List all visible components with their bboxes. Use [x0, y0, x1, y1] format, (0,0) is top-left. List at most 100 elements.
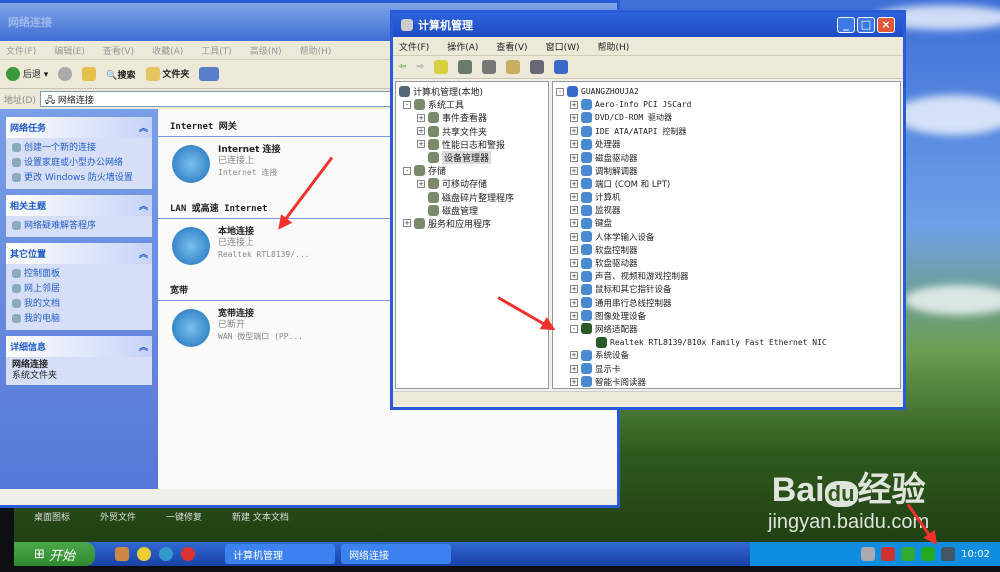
- task-link[interactable]: 我的文档: [12, 297, 146, 312]
- tree-item[interactable]: + 共享文件夹: [399, 125, 545, 138]
- tray-icon[interactable]: [921, 547, 936, 561]
- menu-item[interactable]: 收藏(A): [152, 44, 183, 57]
- device-category[interactable]: + 监视器: [556, 204, 897, 217]
- forward-arrow-icon[interactable]: [58, 67, 73, 81]
- collapse-chevron-icon[interactable]: ︽: [139, 121, 148, 134]
- expand-toggle-icon[interactable]: -: [403, 166, 411, 175]
- device-category[interactable]: + 通用串行总线控制器: [556, 296, 897, 309]
- menu-item[interactable]: 窗口(W): [546, 40, 580, 53]
- security-shield-icon[interactable]: [901, 547, 916, 561]
- menu-item[interactable]: 操作(A): [447, 40, 478, 53]
- desktop-icon-label[interactable]: 外贸文件: [100, 510, 136, 523]
- expand-toggle-icon[interactable]: +: [570, 285, 578, 294]
- tree-item[interactable]: + 可移动存储: [399, 177, 545, 190]
- menu-item[interactable]: 文件(F): [399, 40, 429, 53]
- expand-toggle-icon[interactable]: +: [570, 153, 578, 162]
- expand-toggle-icon[interactable]: +: [417, 140, 425, 149]
- start-button[interactable]: ⊞ 开始: [14, 542, 96, 566]
- expand-toggle-icon[interactable]: +: [570, 113, 578, 122]
- device-category[interactable]: + 调制解调器: [556, 164, 897, 177]
- device-category[interactable]: + 图像处理设备: [556, 309, 897, 322]
- tree-item[interactable]: + 性能日志和警报: [399, 138, 545, 151]
- expand-toggle-icon[interactable]: +: [570, 219, 578, 228]
- panel-header[interactable]: 其它位置 ︽: [6, 243, 152, 264]
- up-level-icon[interactable]: [434, 60, 449, 74]
- task-link[interactable]: 控制面板: [12, 267, 146, 282]
- device-category[interactable]: + IDE ATA/ATAPI 控制器: [556, 125, 897, 138]
- close-button[interactable]: ×: [877, 17, 895, 33]
- folders-button[interactable]: 文件夹: [145, 67, 189, 82]
- device-category[interactable]: + 智能卡阅读器: [556, 375, 897, 388]
- device-category[interactable]: + 软盘控制器: [556, 243, 897, 256]
- expand-toggle-icon[interactable]: +: [570, 179, 578, 188]
- quick-launch-icon[interactable]: [115, 547, 130, 561]
- computer-node[interactable]: - GUANGZHOUJA2: [556, 85, 897, 98]
- menu-item[interactable]: 高级(N): [250, 44, 282, 57]
- expand-toggle-icon[interactable]: +: [570, 351, 578, 360]
- menu-item[interactable]: 文件(F): [6, 44, 36, 57]
- expand-toggle-icon[interactable]: +: [570, 127, 578, 136]
- print-icon[interactable]: [482, 60, 497, 74]
- expand-toggle-icon[interactable]: +: [570, 206, 578, 215]
- device-category[interactable]: + DVD/CD-ROM 驱动器: [556, 111, 897, 124]
- expand-toggle-icon[interactable]: +: [570, 245, 578, 254]
- properties-icon[interactable]: [530, 60, 545, 74]
- device-category[interactable]: + 鼠标和其它指针设备: [556, 283, 897, 296]
- menu-item[interactable]: 帮助(H): [598, 40, 630, 53]
- ie-icon[interactable]: [159, 547, 174, 561]
- device-category[interactable]: + 键盘: [556, 217, 897, 230]
- expand-toggle-icon[interactable]: -: [403, 100, 411, 109]
- task-link[interactable]: 设置家庭或小型办公网络: [12, 156, 146, 171]
- tree-item[interactable]: - 存储: [399, 164, 545, 177]
- expand-toggle-icon[interactable]: +: [570, 140, 578, 149]
- search-button[interactable]: 🔍搜索: [106, 68, 135, 81]
- device-item[interactable]: Realtek RTL8139/810x Family Fast Etherne…: [556, 336, 897, 349]
- quick-launch-icon[interactable]: [137, 547, 152, 561]
- expand-toggle-icon[interactable]: -: [570, 324, 578, 333]
- expand-toggle-icon[interactable]: +: [570, 298, 578, 307]
- qq-icon[interactable]: [181, 547, 196, 561]
- menu-item[interactable]: 查看(V): [103, 44, 134, 57]
- help-icon[interactable]: [506, 60, 521, 74]
- device-category[interactable]: + 计算机: [556, 191, 897, 204]
- expand-toggle-icon[interactable]: +: [570, 166, 578, 175]
- tree-item[interactable]: 磁盘管理: [399, 204, 545, 217]
- device-category[interactable]: + Aero-Info PCI JSCard: [556, 98, 897, 111]
- forward-arrow-icon[interactable]: ⇨: [417, 62, 425, 72]
- tray-icon[interactable]: [881, 547, 896, 561]
- device-category[interactable]: + 软盘驱动器: [556, 256, 897, 269]
- expand-toggle-icon[interactable]: +: [570, 193, 578, 202]
- menu-item[interactable]: 工具(T): [201, 44, 232, 57]
- task-link[interactable]: 网络疑难解答程序: [12, 219, 146, 234]
- views-icon[interactable]: [199, 67, 220, 81]
- expand-toggle-icon[interactable]: +: [417, 127, 425, 136]
- panel-header[interactable]: 详细信息 ︽: [6, 336, 152, 357]
- device-category[interactable]: + 处理器: [556, 138, 897, 151]
- scan-hardware-icon[interactable]: [554, 60, 569, 74]
- tree-root[interactable]: 计算机管理(本地): [399, 85, 545, 98]
- expand-toggle-icon[interactable]: +: [570, 232, 578, 241]
- collapse-chevron-icon[interactable]: ︽: [139, 340, 148, 353]
- expand-toggle-icon[interactable]: +: [570, 364, 578, 373]
- tree-item[interactable]: + 服务和应用程序: [399, 217, 545, 230]
- device-category[interactable]: + 显示卡: [556, 362, 897, 375]
- maximize-button[interactable]: □: [857, 17, 875, 33]
- tree-item[interactable]: - 系统工具: [399, 98, 545, 111]
- network-tray-icon[interactable]: [941, 547, 956, 561]
- expand-toggle-icon[interactable]: +: [417, 179, 425, 188]
- tree-item[interactable]: 磁盘碎片整理程序: [399, 191, 545, 204]
- expand-toggle-icon[interactable]: +: [570, 259, 578, 268]
- back-arrow-icon[interactable]: ⇦: [399, 62, 407, 72]
- desktop-icon-label[interactable]: 一键修复: [166, 510, 202, 523]
- taskbar-item-computer-management[interactable]: 计算机管理: [225, 544, 336, 564]
- tray-icon[interactable]: [861, 547, 876, 561]
- task-link[interactable]: 网上邻居: [12, 282, 146, 297]
- up-folder-icon[interactable]: [82, 67, 97, 81]
- task-link[interactable]: 创建一个新的连接: [12, 141, 146, 156]
- expand-toggle-icon[interactable]: +: [403, 219, 411, 228]
- device-category[interactable]: - 网络适配器: [556, 322, 897, 335]
- menu-item[interactable]: 帮助(H): [300, 44, 332, 57]
- tree-item[interactable]: 设备管理器: [399, 151, 545, 165]
- panel-header[interactable]: 网络任务 ︽: [6, 117, 152, 138]
- menu-item[interactable]: 编辑(E): [54, 44, 85, 57]
